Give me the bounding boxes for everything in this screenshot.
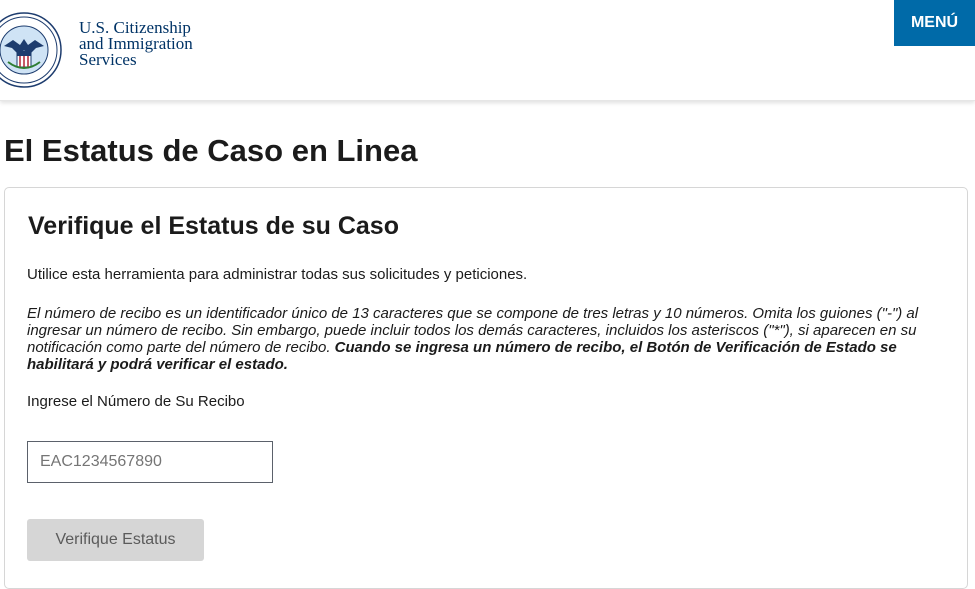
card-title: Verifique el Estatus de su Caso <box>28 212 399 240</box>
check-status-button[interactable]: Verifique Estatus <box>27 519 204 561</box>
page-title: El Estatus de Caso en Linea <box>4 133 418 168</box>
dhs-seal-icon[interactable] <box>0 12 62 88</box>
menu-button[interactable]: MENÚ <box>894 0 975 46</box>
receipt-number-label: Ingrese el Número de Su Recibo <box>27 393 245 410</box>
intro-text: Utilice esta herramienta para administra… <box>27 266 528 283</box>
site-header: U.S. Citizenship and Immigration Service… <box>0 0 975 101</box>
receipt-help-text: El número de recibo es un identificador … <box>27 305 942 373</box>
agency-name[interactable]: U.S. Citizenship and Immigration Service… <box>79 19 193 69</box>
case-status-card: Verifique el Estatus de su Caso Utilice … <box>4 187 968 589</box>
agency-name-line3: Services <box>79 50 137 69</box>
receipt-number-input[interactable] <box>27 441 273 483</box>
